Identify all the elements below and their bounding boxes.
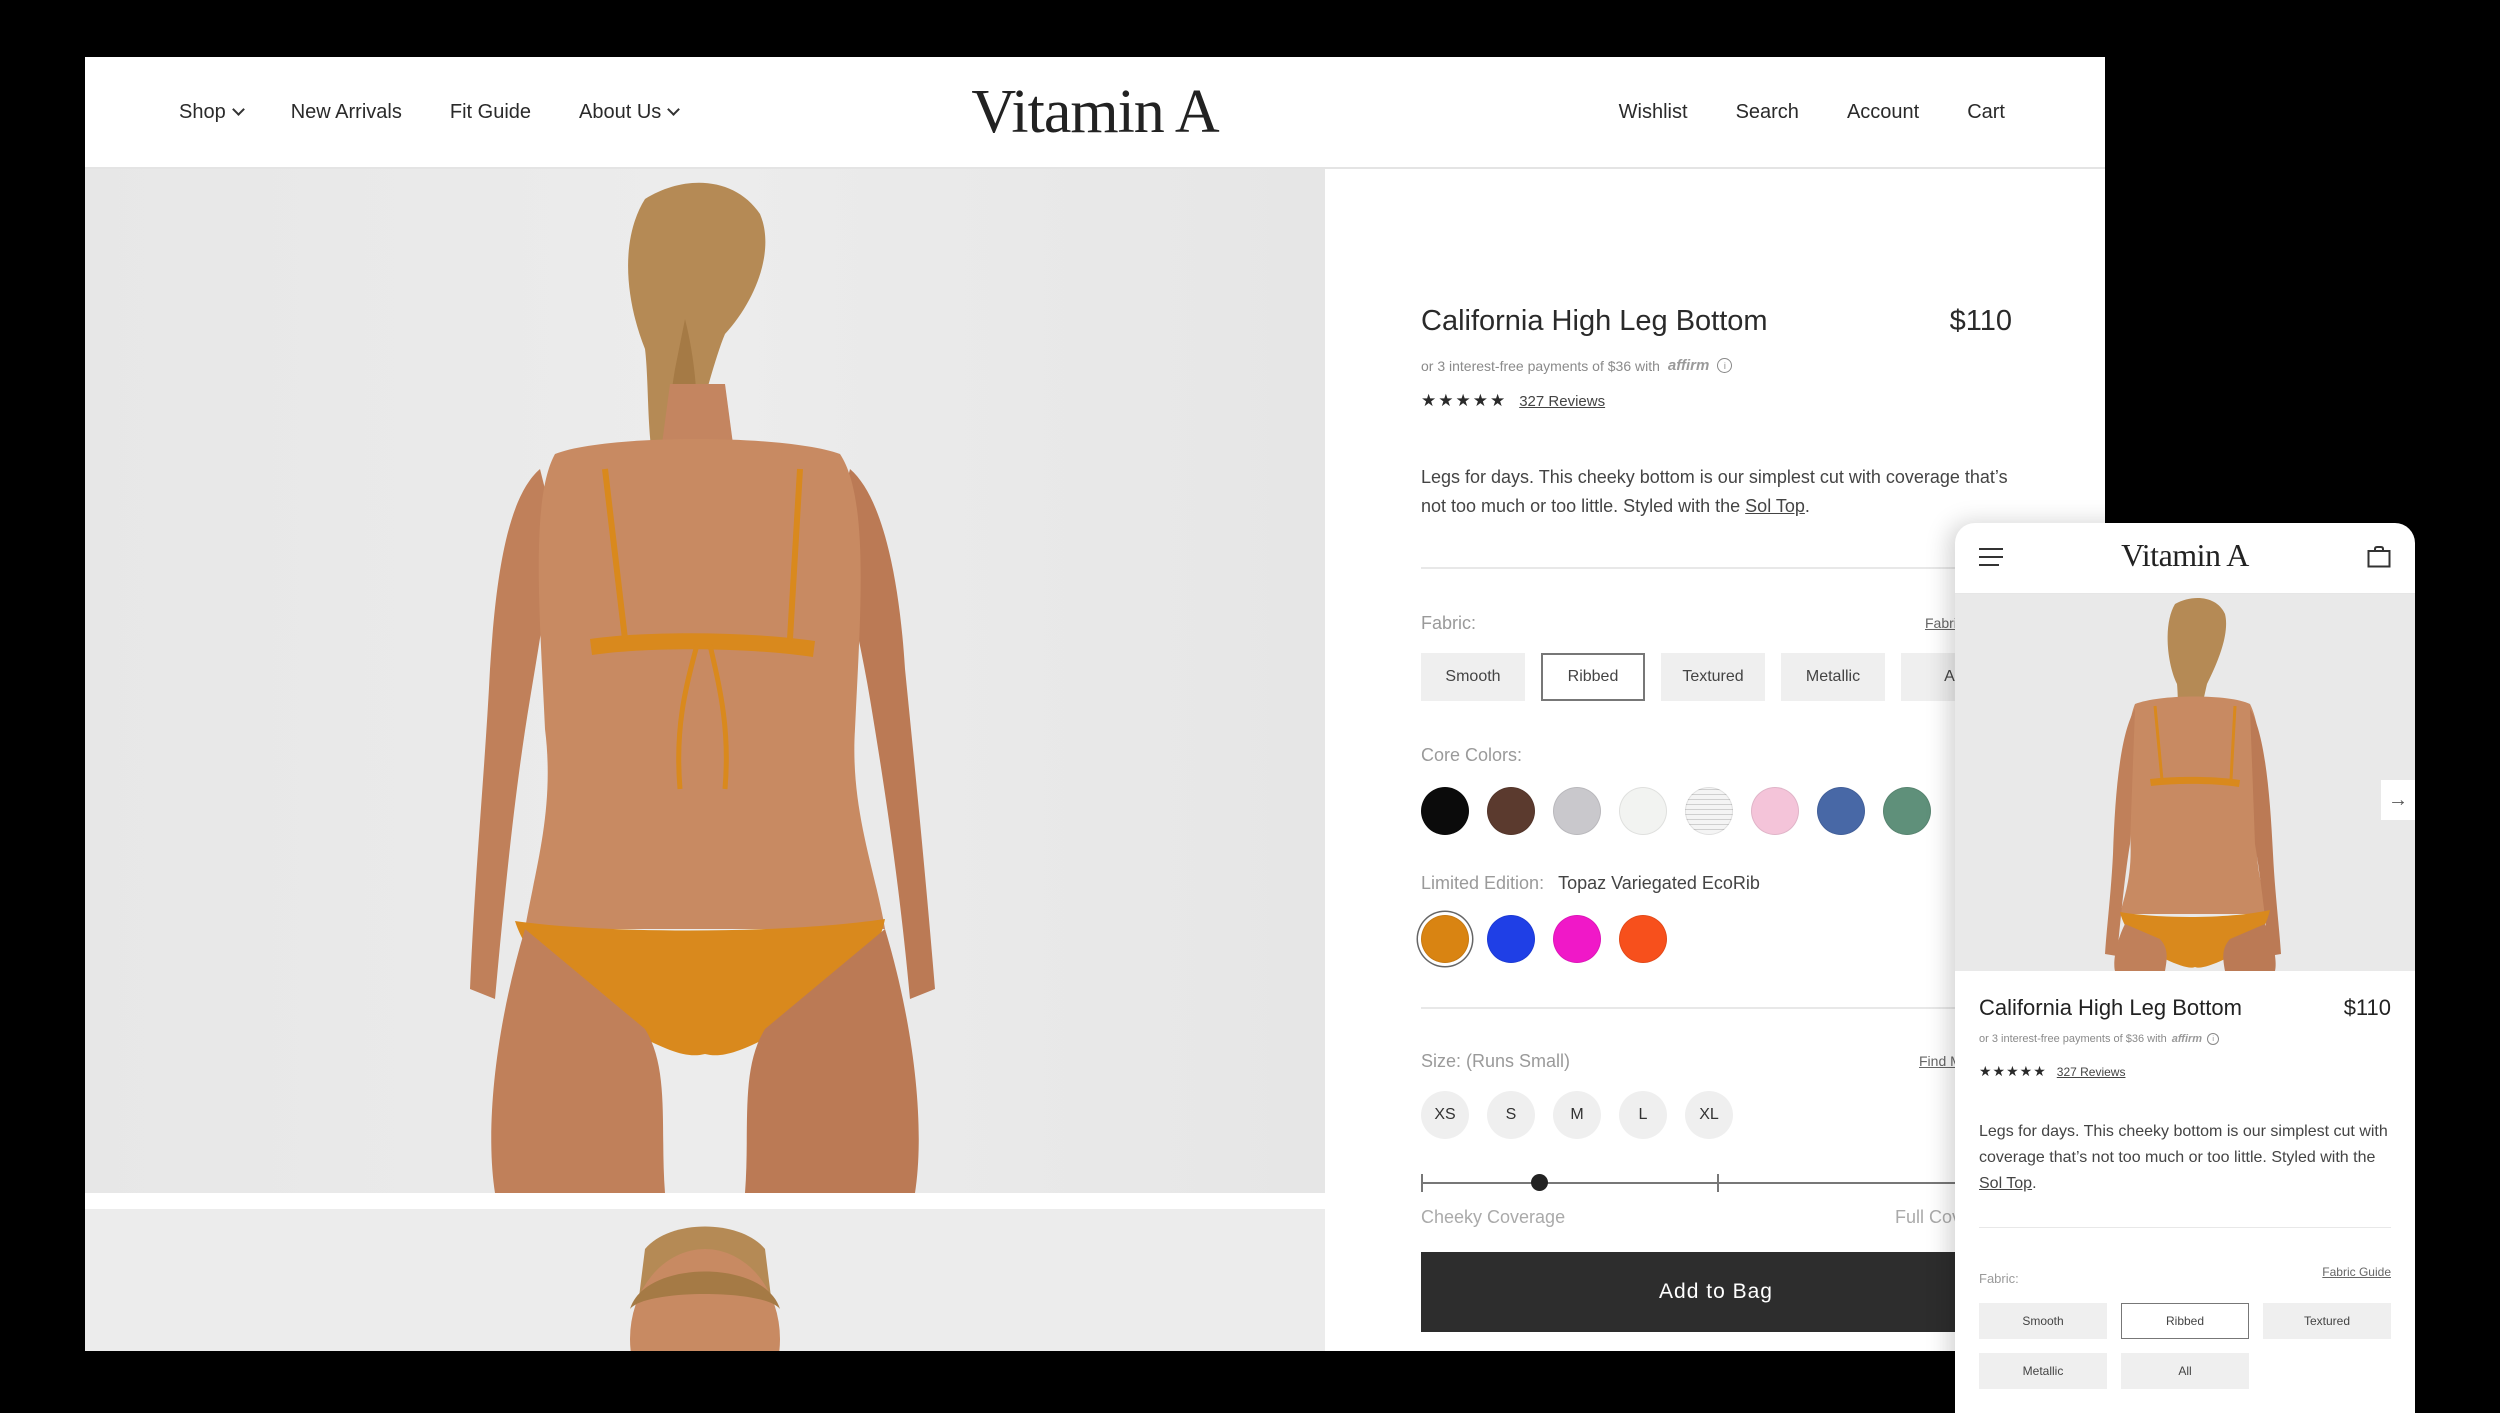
affirm-text: or 3 interest-free payments of $36 with <box>1421 357 1660 374</box>
color-swatch-white[interactable] <box>1619 787 1667 835</box>
star-rating-icon: ★★★★★ <box>1421 391 1508 410</box>
affirm-logo: affirm <box>1667 357 1710 374</box>
fabric-option-metallic[interactable]: Metallic <box>1979 1353 2107 1389</box>
core-colors-label: Core Colors: <box>1421 745 1523 765</box>
size-option-l[interactable]: L <box>1619 1091 1667 1139</box>
nav-cart[interactable]: Cart <box>1967 101 2005 124</box>
next-image-arrow-icon[interactable]: → <box>2381 780 2415 820</box>
shopping-bag-icon[interactable] <box>2367 546 2391 568</box>
size-option-s[interactable]: S <box>1487 1091 1535 1139</box>
model-back-illustration <box>470 182 935 1193</box>
limited-edition-title: Limited Edition: <box>1421 873 1545 893</box>
mobile-product-description: Legs for days. This cheeky bottom is our… <box>1979 1119 2389 1197</box>
product-rating: ★★★★★ 327 Reviews <box>1421 391 1605 411</box>
mobile-description-text: Legs for days. This cheeky bottom is our… <box>1979 1123 2388 1166</box>
size-label: Size: (Runs Small) <box>1421 1051 1571 1071</box>
mobile-sol-top-link[interactable]: Sol Top <box>1979 1175 2032 1192</box>
mobile-product-photo[interactable]: → <box>1955 594 2415 971</box>
mobile-description-end: . <box>2032 1175 2037 1192</box>
reviews-link[interactable]: 327 Reviews <box>1519 393 1605 410</box>
affirm-financing: or 3 interest-free payments of $36 with … <box>1421 357 1733 374</box>
limited-color-swatches <box>1421 915 1667 963</box>
fabric-option-textured[interactable]: Textured <box>2263 1303 2391 1339</box>
mobile-fabric-guide-link[interactable]: Fabric Guide <box>2322 1265 2391 1279</box>
product-price: $110 <box>1949 305 2012 337</box>
fabric-options: Smooth Ribbed Textured Metallic All <box>1421 653 2005 701</box>
mobile-header: Vitamin A <box>1955 523 2415 594</box>
add-to-bag-button[interactable]: Add to Bag <box>1421 1252 2011 1332</box>
color-swatch-orange[interactable] <box>1619 915 1667 963</box>
fabric-option-smooth[interactable]: Smooth <box>1979 1303 2107 1339</box>
nav-search[interactable]: Search <box>1736 101 1799 124</box>
nav-account[interactable]: Account <box>1847 101 1919 124</box>
coverage-tick <box>1421 1174 1423 1192</box>
fabric-label: Fabric: <box>1421 613 1477 633</box>
fabric-option-ribbed[interactable]: Ribbed <box>1541 653 1645 701</box>
sol-top-link[interactable]: Sol Top <box>1745 496 1805 516</box>
mobile-fabric-label: Fabric: <box>1979 1271 2019 1286</box>
divider <box>1421 567 2011 569</box>
color-swatch-stripe[interactable] <box>1685 787 1733 835</box>
mobile-fabric-options: Smooth Ribbed Textured Metallic All <box>1979 1303 2391 1389</box>
mobile-brand-logo[interactable]: Vitamin A <box>1955 537 2415 574</box>
info-icon[interactable]: i <box>2207 1033 2220 1045</box>
mobile-product-rating: ★★★★★ 327 Reviews <box>1979 1063 2125 1080</box>
product-photo-main[interactable] <box>85 169 1325 1193</box>
description-end: . <box>1804 496 1810 516</box>
site-header: Shop New Arrivals Fit Guide About Us Vit… <box>85 57 2105 169</box>
desktop-page: Shop New Arrivals Fit Guide About Us Vit… <box>85 57 2105 1351</box>
mobile-affirm-financing: or 3 interest-free payments of $36 with … <box>1979 1033 2220 1045</box>
mobile-product-title: California High Leg Bottom <box>1979 995 2242 1020</box>
fabric-option-all[interactable]: All <box>2121 1353 2249 1389</box>
fabric-option-smooth[interactable]: Smooth <box>1421 653 1525 701</box>
mobile-affirm-text: or 3 interest-free payments of $36 with <box>1979 1033 2167 1045</box>
color-swatch-pink[interactable] <box>1751 787 1799 835</box>
mobile-preview: Vitamin A → California High Leg Bottom $… <box>1955 523 2415 1413</box>
fabric-option-metallic[interactable]: Metallic <box>1781 653 1885 701</box>
product-description: Legs for days. This cheeky bottom is our… <box>1421 463 2021 521</box>
color-swatch-cobalt[interactable] <box>1487 915 1535 963</box>
size-option-m[interactable]: M <box>1553 1091 1601 1139</box>
coverage-scale <box>1421 1174 2011 1192</box>
color-swatch-green[interactable] <box>1883 787 1931 835</box>
info-icon[interactable]: i <box>1717 358 1733 373</box>
mobile-affirm-logo: affirm <box>2171 1033 2203 1045</box>
utility-nav: Wishlist Search Account Cart <box>1619 57 2005 167</box>
color-swatch-blue[interactable] <box>1817 787 1865 835</box>
size-options: XS S M L XL <box>1421 1091 1733 1139</box>
color-swatch-magenta[interactable] <box>1553 915 1601 963</box>
star-rating-icon: ★★★★★ <box>1979 1063 2047 1079</box>
nav-wishlist[interactable]: Wishlist <box>1619 101 1688 124</box>
mobile-reviews-link[interactable]: 327 Reviews <box>2057 1065 2126 1079</box>
coverage-tick <box>1717 1174 1719 1192</box>
mobile-model-illustration <box>2105 598 2281 971</box>
coverage-left-label: Cheeky Coverage <box>1421 1207 1566 1227</box>
limited-edition-label: Limited Edition: Topaz Variegated EcoRib <box>1421 873 1760 894</box>
size-option-xs[interactable]: XS <box>1421 1091 1469 1139</box>
size-option-xl[interactable]: XL <box>1685 1091 1733 1139</box>
coverage-indicator <box>1531 1174 1548 1191</box>
fabric-option-ribbed[interactable]: Ribbed <box>2121 1303 2249 1339</box>
fabric-option-textured[interactable]: Textured <box>1661 653 1765 701</box>
divider <box>1421 1007 2011 1009</box>
product-title: California High Leg Bottom <box>1421 305 1768 337</box>
limited-edition-value: Topaz Variegated EcoRib <box>1558 873 1760 893</box>
divider <box>1979 1227 2391 1228</box>
description-text: Legs for days. This cheeky bottom is our… <box>1421 467 2008 516</box>
core-color-swatches <box>1421 787 1931 835</box>
color-swatch-grey[interactable] <box>1553 787 1601 835</box>
color-swatch-brown[interactable] <box>1487 787 1535 835</box>
mobile-product-price: $110 <box>2343 995 2391 1020</box>
color-swatch-black[interactable] <box>1421 787 1469 835</box>
color-swatch-topaz[interactable] <box>1421 915 1469 963</box>
product-photo-secondary[interactable] <box>85 1209 1325 1351</box>
model-face-illustration <box>630 1226 780 1351</box>
